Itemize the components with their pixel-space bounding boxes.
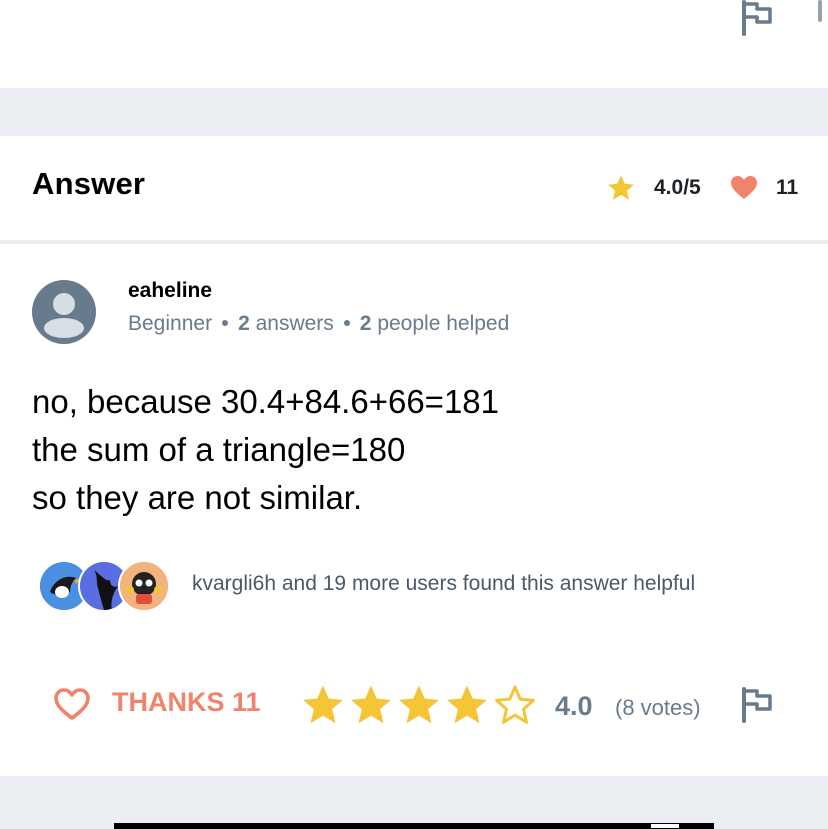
next-card-edge (114, 823, 714, 829)
previous-card (0, 0, 828, 88)
answer-line: the sum of a triangle=180 (32, 431, 406, 468)
heart-outline-icon (54, 688, 90, 720)
helpful-summary: kvargli6h and 19 more users found this a… (192, 572, 696, 595)
avatar[interactable] (32, 280, 96, 344)
star-icon[interactable] (396, 682, 442, 728)
helped-count: 2 (359, 312, 372, 335)
answers-label: answers (255, 312, 334, 335)
star-icon[interactable] (300, 682, 346, 728)
answer-rating: 4.0/5 (654, 176, 701, 199)
separator-dot (343, 320, 350, 327)
star-outline-icon[interactable] (492, 682, 538, 728)
flag-icon[interactable] (740, 0, 774, 36)
author-username[interactable]: eaheline (128, 279, 212, 303)
section-gap (0, 88, 828, 136)
answer-body: no, because 30.4+84.6+66=181 the sum of … (32, 378, 499, 522)
user-avatar-icon (44, 293, 84, 338)
helped-label: people helped (377, 312, 510, 335)
star-icon[interactable] (348, 682, 394, 728)
header-divider (0, 240, 828, 244)
answer-line: no, because 30.4+84.6+66=181 (32, 383, 500, 420)
answers-count: 2 (238, 312, 250, 335)
scrollbar-thumb[interactable] (818, 0, 822, 22)
votes-count: (8 votes) (615, 695, 701, 720)
author-meta: Beginner 2 answers 2 people helped (128, 312, 509, 336)
star-icon (608, 175, 634, 200)
robot-avatar-icon (120, 562, 168, 610)
heart-icon (731, 176, 757, 199)
star-icon[interactable] (444, 682, 490, 728)
answer-line: so they are not similar. (32, 479, 363, 516)
flag-icon[interactable] (740, 686, 774, 724)
thanks-button[interactable]: THANKS 11 (50, 680, 280, 730)
next-card-edge-segment (650, 823, 680, 829)
thanks-button-label: THANKS 11 (112, 687, 261, 717)
rating-value: 4.0 (555, 691, 593, 721)
answer-title: Answer (32, 166, 146, 201)
helper-avatar[interactable] (118, 560, 170, 612)
separator-dot (222, 320, 229, 327)
author-rank: Beginner (128, 312, 213, 335)
thanks-count: 11 (776, 176, 799, 199)
section-gap (0, 776, 828, 829)
helper-avatars[interactable] (38, 558, 172, 612)
